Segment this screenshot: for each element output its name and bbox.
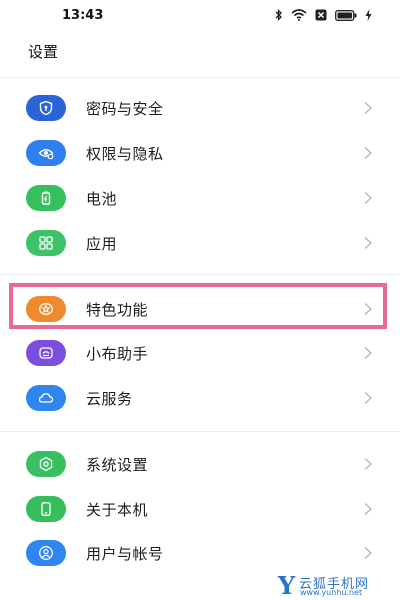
chevron-right-icon xyxy=(364,146,373,160)
star-feature-icon xyxy=(26,296,66,322)
system-settings-icon xyxy=(26,451,66,477)
settings-item-label: 权限与隐私 xyxy=(86,144,164,163)
page-title: 设置 xyxy=(28,43,59,61)
user-account-icon xyxy=(26,540,66,566)
divider xyxy=(0,274,400,275)
cloud-icon xyxy=(26,385,66,411)
settings-item-label: 关于本机 xyxy=(86,500,149,519)
watermark-url: www.yunhu.net xyxy=(300,588,363,597)
chevron-right-icon xyxy=(364,191,373,205)
battery-status-icon xyxy=(335,9,357,21)
settings-item-label: 小布助手 xyxy=(86,344,149,363)
sim-blocked-icon xyxy=(315,9,327,21)
settings-item-about-phone[interactable]: 关于本机 xyxy=(0,487,400,531)
settings-item-label: 用户与帐号 xyxy=(86,544,164,563)
settings-item-label: 电池 xyxy=(86,189,118,208)
apps-grid-icon xyxy=(26,230,66,256)
settings-item-system-settings[interactable]: 系统设置 xyxy=(0,442,400,486)
settings-item-apps[interactable]: 应用 xyxy=(0,221,400,265)
lock-shield-icon xyxy=(26,95,66,121)
bluetooth-icon xyxy=(275,9,282,21)
settings-item-label: 应用 xyxy=(86,234,118,253)
status-icons xyxy=(275,9,372,21)
status-bar: 13:43 xyxy=(0,0,400,32)
settings-item-label: 特色功能 xyxy=(86,300,149,319)
privacy-eye-icon xyxy=(26,140,66,166)
settings-item-permissions-privacy[interactable]: 权限与隐私 xyxy=(0,131,400,175)
chevron-right-icon xyxy=(364,546,373,560)
chevron-right-icon xyxy=(364,346,373,360)
settings-item-special-features[interactable]: 特色功能 xyxy=(0,287,400,331)
chevron-right-icon xyxy=(364,236,373,250)
assistant-icon xyxy=(26,340,66,366)
status-time: 13:43 xyxy=(62,8,104,23)
watermark-y-glyph: Y xyxy=(278,571,296,600)
settings-item-users-accounts[interactable]: 用户与帐号 xyxy=(0,531,400,575)
settings-item-password-security[interactable]: 密码与安全 xyxy=(0,86,400,130)
divider xyxy=(0,77,400,78)
settings-screen: 13:43 设置 密码与安全 权限与隐私 电池 应用 特色功能 小布助手 云服务… xyxy=(0,0,400,600)
settings-item-breeno-assistant[interactable]: 小布助手 xyxy=(0,331,400,375)
settings-item-cloud-service[interactable]: 云服务 xyxy=(0,376,400,420)
chevron-right-icon xyxy=(364,502,373,516)
settings-item-label: 系统设置 xyxy=(86,455,149,474)
settings-item-battery[interactable]: 电池 xyxy=(0,176,400,220)
settings-item-label: 云服务 xyxy=(86,389,133,408)
phone-info-icon xyxy=(26,496,66,522)
settings-item-label: 密码与安全 xyxy=(86,99,164,118)
wifi-icon xyxy=(291,9,307,21)
watermark-logo: Y 云狐手机网 www.yunhu.net xyxy=(278,571,390,600)
charging-icon xyxy=(365,9,372,21)
battery-icon xyxy=(26,185,66,211)
chevron-right-icon xyxy=(364,302,373,316)
chevron-right-icon xyxy=(364,457,373,471)
chevron-right-icon xyxy=(364,391,373,405)
divider xyxy=(0,431,400,432)
chevron-right-icon xyxy=(364,101,373,115)
